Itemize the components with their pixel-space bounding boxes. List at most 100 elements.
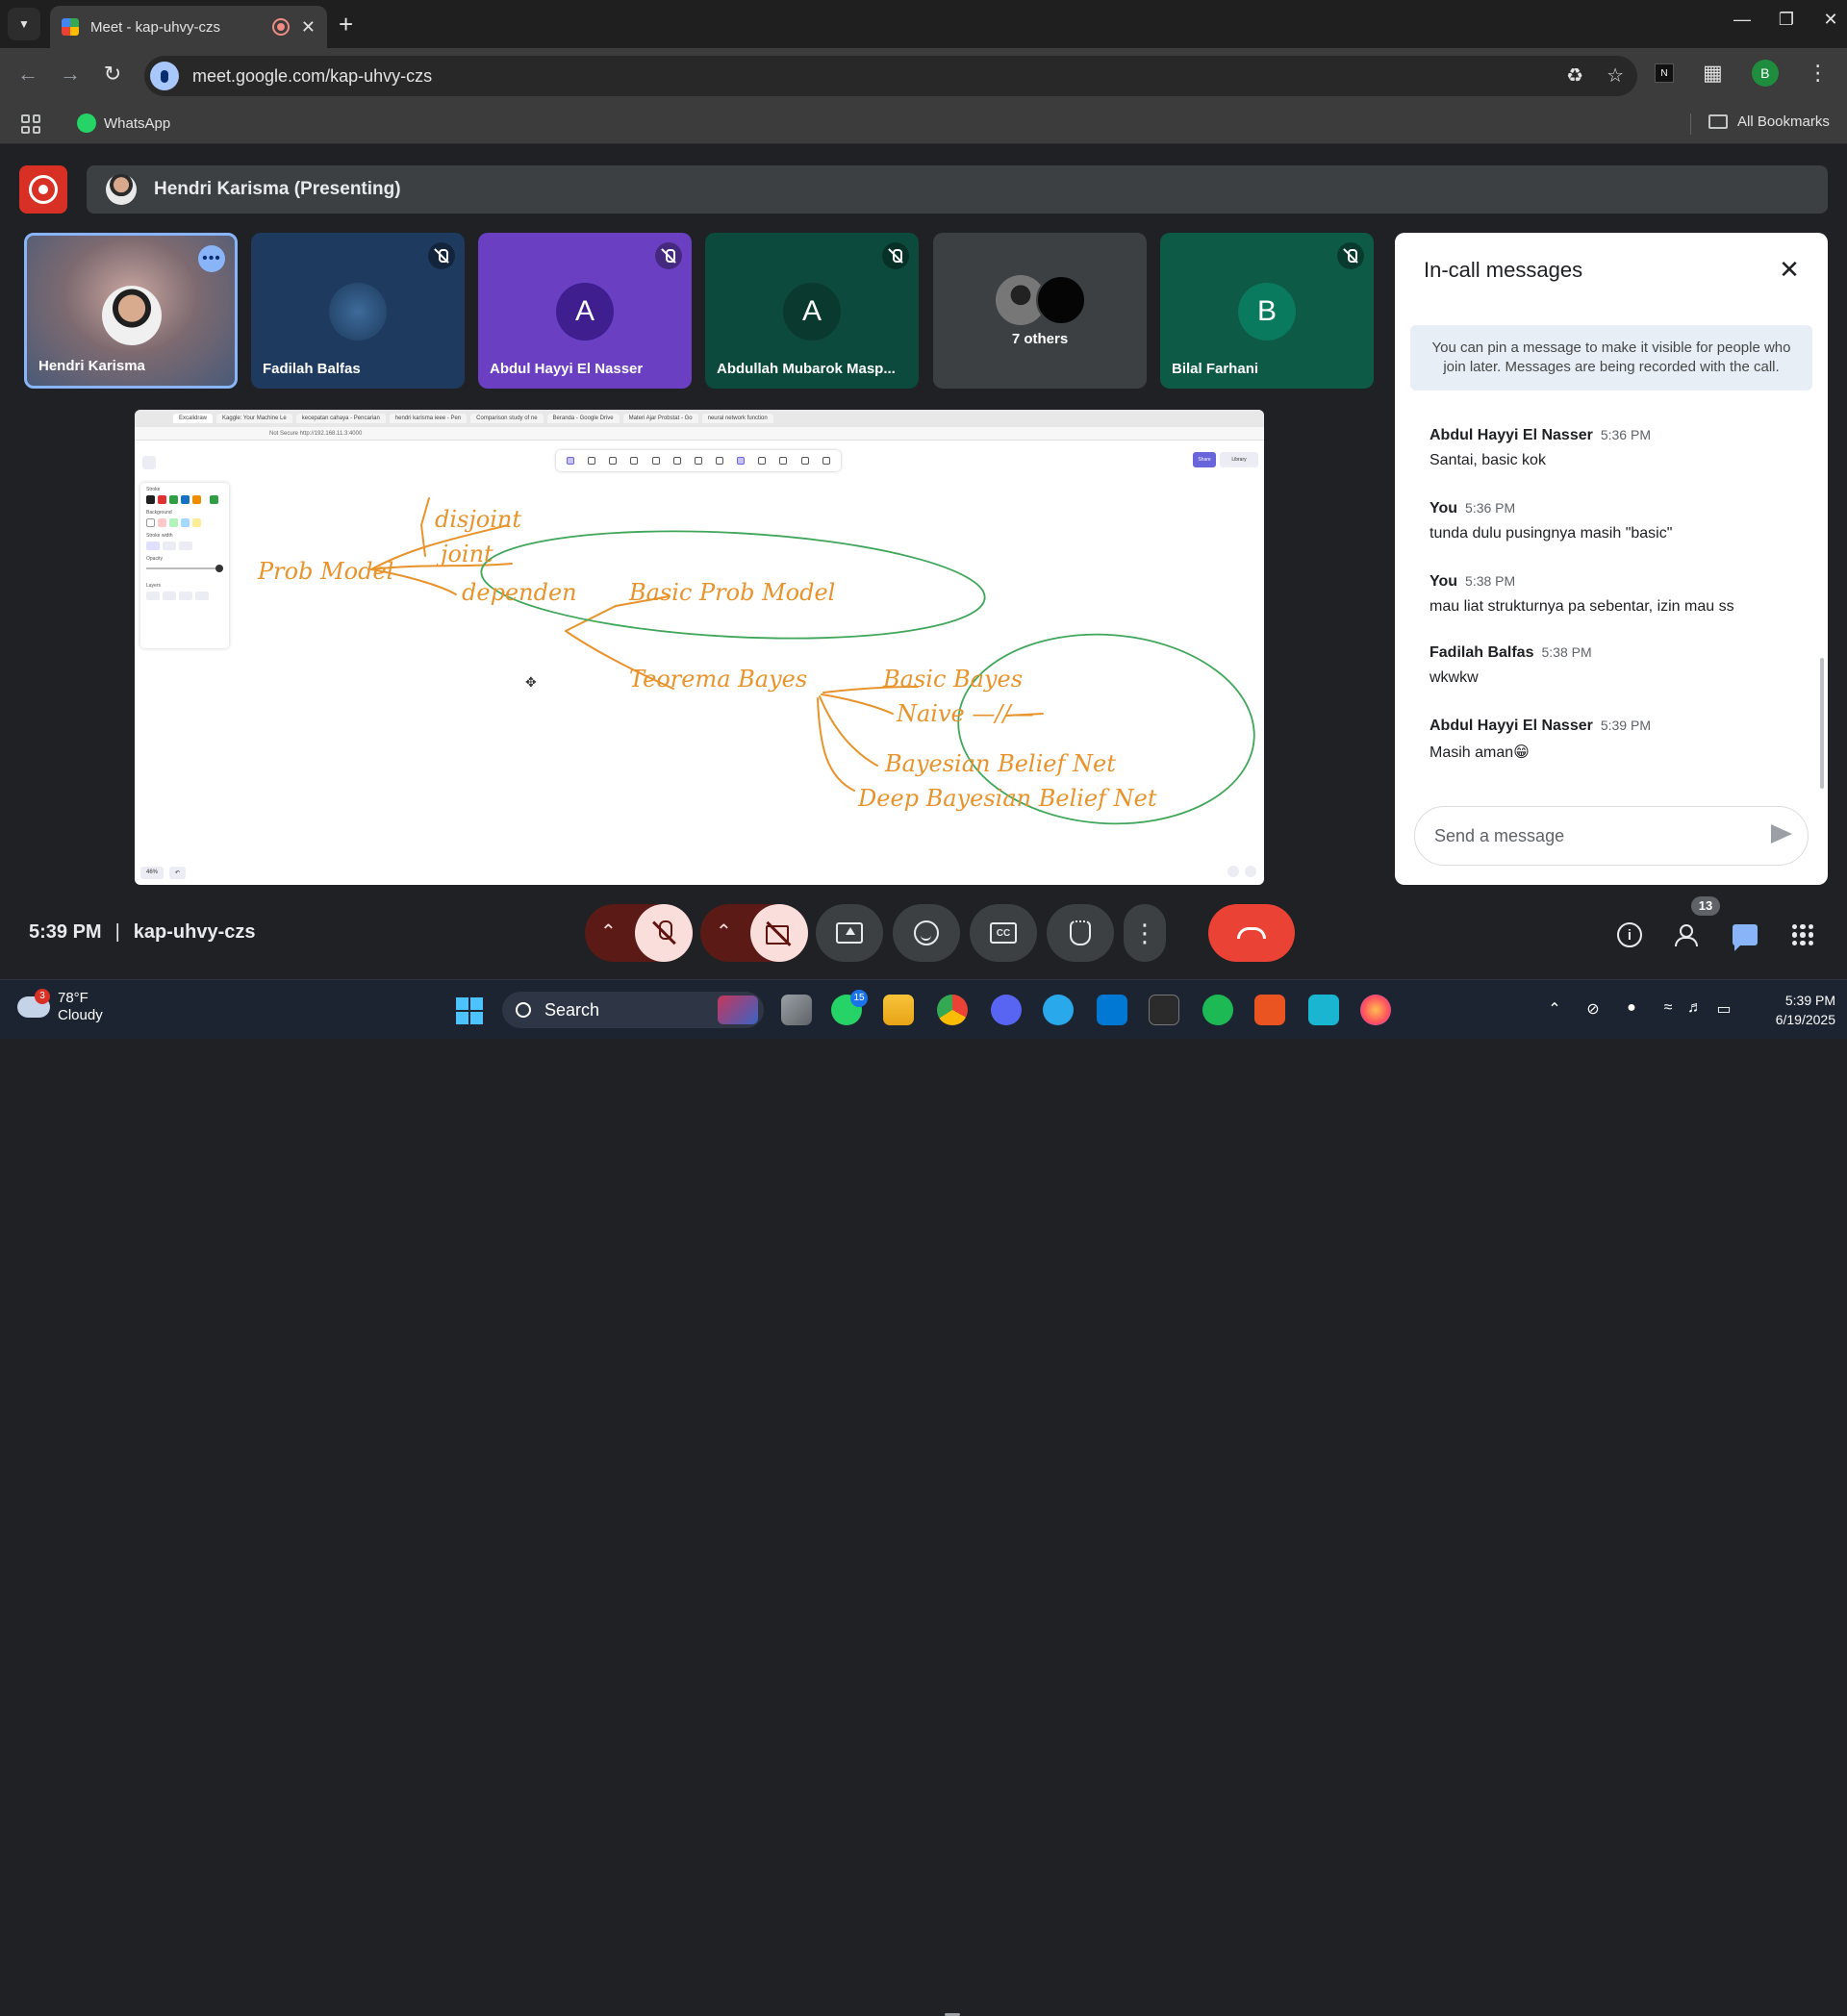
drawing-label: Prob Model [257, 558, 393, 585]
people-button[interactable] [1672, 920, 1703, 950]
new-tab-button[interactable]: + [339, 10, 353, 39]
participant-tile[interactable]: A Abdullah Mubarok Masp... [705, 233, 919, 389]
address-bar[interactable]: meet.google.com/kap-uhvy-czs ♻ ☆ [144, 56, 1637, 96]
participant-tile[interactable]: A Abdul Hayyi El Nasser [478, 233, 692, 389]
mic-in-use-icon[interactable] [150, 62, 179, 90]
url-text[interactable]: meet.google.com/kap-uhvy-czs [192, 66, 432, 87]
close-window-button[interactable]: ✕ [1816, 10, 1845, 30]
message-sender: Abdul Hayyi El Nasser [1430, 718, 1593, 734]
send-icon[interactable] [1771, 824, 1792, 844]
firefox-icon[interactable] [1360, 995, 1391, 1025]
reload-button[interactable]: ↻ [98, 62, 127, 87]
move-cursor-icon: ✥ [525, 674, 537, 690]
panel-scrollbar[interactable] [1820, 658, 1824, 789]
people-icon [1674, 924, 1701, 946]
audio-options-chevron-icon[interactable]: ⌃ [600, 920, 617, 944]
excalidraw-library-button: Library [1220, 452, 1258, 467]
props-opacity-label: Opacity [146, 556, 163, 562]
video-options-chevron-icon[interactable]: ⌃ [716, 920, 732, 944]
emoji-icon [914, 920, 939, 945]
browser-menu-icon[interactable]: ⋮ [1808, 61, 1829, 86]
captions-button[interactable]: CC [970, 904, 1037, 962]
bookmark-whatsapp[interactable]: WhatsApp [77, 113, 170, 133]
tray-overflow-chevron-icon[interactable]: ⌃ [1545, 999, 1564, 1019]
extension-n-icon[interactable]: N [1655, 63, 1674, 83]
recording-button[interactable] [19, 165, 67, 214]
wifi-icon[interactable]: ≈ [1658, 999, 1678, 1019]
mic-toggle-button[interactable] [635, 904, 693, 962]
chat-message: Abdul Hayyi El Nasser 5:36 PM Santai, bas… [1430, 427, 1805, 469]
shared-tab: Comparison study of ne [470, 414, 544, 423]
pencil-tool-icon [737, 457, 746, 465]
muted-mic-icon [428, 242, 455, 269]
drawing-label: Naive —//— [896, 700, 1034, 727]
taskbar-search[interactable]: Search [502, 992, 764, 1028]
message-composer[interactable] [1414, 806, 1809, 866]
message-text: wkwkw [1430, 669, 1479, 686]
profile-avatar[interactable]: B [1751, 60, 1779, 87]
telegram-icon[interactable] [1043, 995, 1074, 1025]
whiteboard-drawing: Prob Model disjoint joint dependen Basic… [257, 497, 1255, 825]
app-cube-icon[interactable] [1149, 995, 1179, 1025]
shared-tab: kecepatan cahaya - Pencarian [295, 414, 386, 423]
battery-icon[interactable]: ▭ [1714, 999, 1733, 1019]
system-clock[interactable]: 5:39 PM 6/19/2025 [1749, 991, 1835, 1029]
task-view-icon[interactable] [781, 995, 812, 1025]
volume-icon[interactable]: ♬ [1685, 999, 1705, 1019]
camera-off-icon [766, 923, 793, 945]
activities-button[interactable] [1787, 920, 1818, 950]
participant-tile[interactable]: Fadilah Balfas [251, 233, 465, 389]
participant-tile-self[interactable]: ••• Hendri Karisma [24, 233, 238, 389]
apps-grid-icon[interactable] [21, 114, 40, 134]
others-tile[interactable]: 7 others [933, 233, 1147, 389]
raise-hand-button[interactable] [1047, 904, 1114, 962]
mic-control-group: ⌃ [585, 904, 693, 962]
extensions-puzzle-icon[interactable]: ▦ [1703, 61, 1723, 86]
browser-tab-meet[interactable]: Meet - kap-uhvy-czs ✕ [50, 6, 327, 48]
weather-widget[interactable]: 3 78°F Cloudy [17, 989, 103, 1024]
translate-icon[interactable]: ♻ [1566, 63, 1583, 88]
chat-button[interactable] [1730, 920, 1760, 951]
vscode-icon[interactable] [1097, 995, 1127, 1025]
panel-title: In-call messages [1424, 258, 1583, 282]
participant-name: Abdullah Mubarok Masp... [717, 361, 896, 377]
shield-icon [1227, 866, 1239, 877]
reactions-button[interactable] [893, 904, 960, 962]
leave-call-button[interactable] [1208, 904, 1295, 962]
microphone-icon[interactable]: ● [1622, 999, 1641, 1019]
in-call-messages-panel: In-call messages ✕ You can pin a message… [1395, 233, 1828, 885]
hand-tool-icon [588, 457, 596, 465]
app-bolt-icon[interactable] [1308, 995, 1339, 1025]
close-panel-button[interactable]: ✕ [1774, 254, 1805, 285]
restore-button[interactable]: ❐ [1772, 10, 1801, 30]
clock-date: 6/19/2025 [1775, 1012, 1835, 1027]
meeting-details-button[interactable]: i [1614, 920, 1645, 950]
camera-toggle-button[interactable] [750, 904, 808, 962]
ubuntu-icon[interactable] [1254, 995, 1285, 1025]
message-input[interactable] [1434, 825, 1742, 846]
discord-icon[interactable] [991, 995, 1022, 1025]
participant-tile[interactable]: B Bilal Farhani [1160, 233, 1374, 389]
all-bookmarks-label: All Bookmarks [1737, 113, 1830, 130]
whatsapp-icon [77, 113, 96, 133]
more-options-button[interactable]: ⋮ [1124, 904, 1166, 962]
more-options-icon[interactable]: ••• [198, 245, 225, 272]
rectangle-tool-icon [630, 457, 639, 465]
chrome-icon[interactable] [937, 995, 968, 1025]
tab-search-dropdown[interactable]: ▼ [8, 8, 40, 40]
stroke-swatches [146, 495, 223, 504]
stroke-width-options [146, 542, 223, 550]
undo-icon: ↶ [169, 867, 187, 879]
present-button[interactable] [816, 904, 883, 962]
start-button[interactable] [456, 997, 483, 1024]
minimize-button[interactable]: — [1728, 10, 1757, 30]
spotify-icon[interactable] [1202, 995, 1233, 1025]
network-off-icon[interactable]: ⊘ [1583, 999, 1603, 1019]
tab-close-icon[interactable]: ✕ [301, 17, 316, 38]
back-button[interactable]: ← [13, 62, 42, 87]
bookmark-star-icon[interactable]: ☆ [1607, 63, 1624, 88]
file-explorer-icon[interactable] [883, 995, 914, 1025]
all-bookmarks-button[interactable]: All Bookmarks [1708, 113, 1830, 130]
forward-button[interactable]: → [56, 62, 85, 87]
shared-tab: hendri karisma ieee - Pen [389, 414, 468, 423]
